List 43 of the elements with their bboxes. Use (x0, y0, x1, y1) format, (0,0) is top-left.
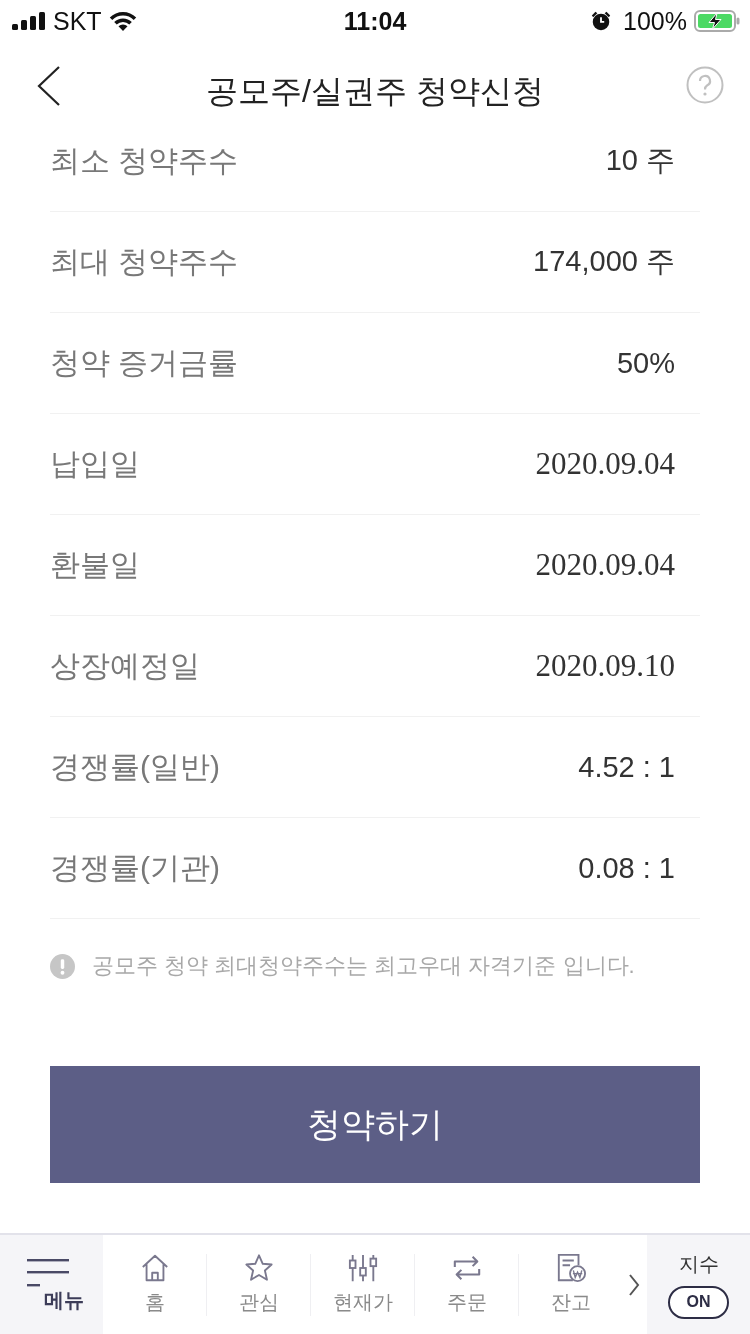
detail-value: 2020.09.10 (535, 648, 675, 684)
detail-value: 50% (616, 346, 675, 380)
chevron-left-icon[interactable] (37, 66, 61, 106)
detail-value: 2020.09.04 (535, 446, 675, 482)
battery-charging-icon (694, 10, 740, 32)
page-title: 공모주/실권주 청약신청 (206, 72, 544, 111)
signal-icon (12, 12, 46, 30)
receipt-coin-icon (555, 1253, 586, 1283)
detail-label: 상장예정일 (50, 647, 200, 684)
detail-value: 174,000 주 (533, 244, 675, 279)
index-label: 지수 (678, 1251, 719, 1277)
detail-label: 경쟁률(기관) (50, 849, 220, 886)
tab-item[interactable]: 홈 (103, 1235, 206, 1334)
detail-value: 0.08 : 1 (578, 851, 675, 885)
detail-value: 10 주 (605, 143, 675, 178)
clock-time: 11:04 (343, 6, 407, 36)
tab-item[interactable]: 잔고 (519, 1235, 622, 1334)
tab-item[interactable]: 주문 (415, 1235, 518, 1334)
detail-label: 환불일 (50, 546, 140, 583)
battery-percent: 100% (623, 6, 687, 36)
detail-value: 4.52 : 1 (578, 750, 675, 784)
detail-label: 최소 청약주수 (50, 142, 239, 179)
detail-label: 청약 증거금률 (50, 344, 239, 381)
detail-label: 경쟁률(일반) (50, 748, 220, 785)
carrier-name: SKT (53, 6, 102, 36)
notice-text: 공모주 청약 최대청약주수는 최고우대 자격기준 입니다. (92, 952, 635, 980)
chevron-right-icon[interactable] (628, 1272, 640, 1297)
swap-arrows-icon (451, 1253, 482, 1283)
detail-label: 납입일 (50, 445, 140, 482)
wifi-icon (108, 11, 137, 31)
home-icon (139, 1253, 170, 1283)
index-toggle[interactable]: ON (668, 1285, 729, 1319)
tab-item[interactable]: 현재가 (311, 1235, 414, 1334)
menu-button[interactable]: 메뉴 (0, 1235, 103, 1334)
exclamation-circle-icon (50, 953, 75, 979)
hamburger-icon (27, 1259, 69, 1287)
star-icon (243, 1253, 274, 1283)
detail-label: 최대 청약주수 (50, 243, 239, 280)
detail-value: 2020.09.04 (535, 547, 675, 583)
subscribe-button[interactable]: 청약하기 (50, 1066, 700, 1183)
slider-bars-icon (347, 1253, 378, 1283)
tab-item[interactable]: 관심 (207, 1235, 310, 1334)
alarm-clock-icon (590, 10, 613, 32)
